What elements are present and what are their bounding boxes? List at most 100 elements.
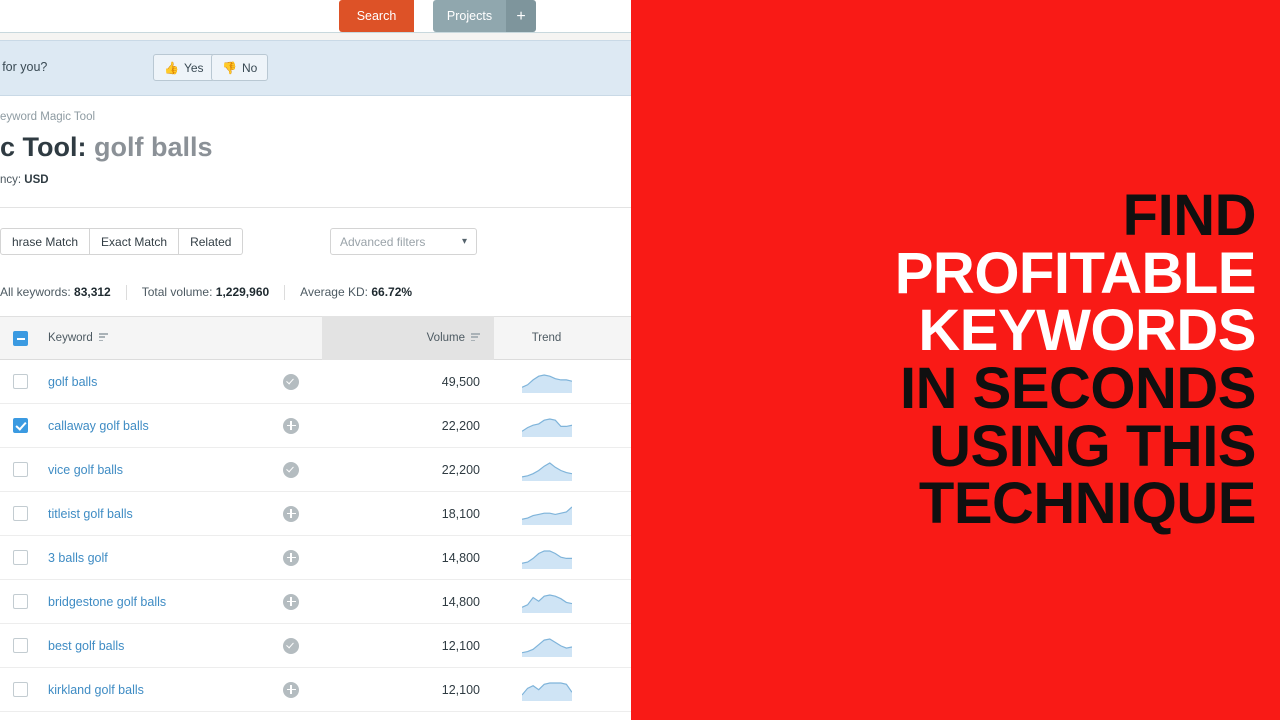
trend-cell <box>494 503 599 525</box>
row-checkbox[interactable] <box>12 374 28 389</box>
search-input[interactable] <box>0 0 338 32</box>
stat-divider <box>284 284 286 300</box>
feedback-no-button[interactable]: 👎 No <box>211 54 269 81</box>
table-row[interactable]: golf balls 49,500 79.39 <box>0 360 631 404</box>
promo-headline-line-3: KEYWORDS <box>918 298 1256 364</box>
table-row[interactable]: best golf balls 12,100 74.14 <box>0 624 631 668</box>
row-checkbox[interactable] <box>12 462 28 477</box>
promo-headline-line-6: TECHNIQUE <box>918 471 1257 537</box>
screenshot-root: Search Projects + l! Is it working well … <box>0 0 1280 720</box>
plus-circle-icon[interactable] <box>283 681 299 698</box>
stat-total-volume: Total volume: 1,229,960 <box>142 285 284 299</box>
keyword-link[interactable]: golf balls <box>48 375 97 389</box>
keyword-cell: vice golf balls <box>40 463 260 477</box>
check-circle-icon[interactable] <box>283 461 299 478</box>
trend-cell <box>494 459 599 481</box>
promo-panel: FIND PROFITABLE KEYWORDS IN SECONDS USING TH… <box>631 0 1280 720</box>
column-header-kd[interactable]: KD % <box>599 317 631 359</box>
search-button[interactable]: Search <box>339 0 414 32</box>
promo-headline-line-1: FIND <box>1122 182 1257 248</box>
keyword-cell: 3 balls golf <box>40 551 260 565</box>
keyword-link[interactable]: callaway golf balls <box>48 419 149 433</box>
table-row[interactable]: callaway golf balls 22,200 78.72 <box>0 404 631 448</box>
table-header-row: Keyword Volume Trend KD % <box>0 316 631 360</box>
table-row[interactable]: bridgestone golf balls 14,800 81.40 <box>0 580 631 624</box>
row-select-cell <box>0 506 40 521</box>
check-circle-icon[interactable] <box>283 373 299 390</box>
chevron-down-icon: ▾ <box>461 236 467 247</box>
row-select-cell <box>0 638 40 653</box>
keyword-link[interactable]: best golf balls <box>48 639 124 653</box>
advanced-filters-dropdown[interactable]: Advanced filters ▾ <box>330 228 477 255</box>
table-row[interactable]: vice golf balls 22,200 73.47 <box>0 448 631 492</box>
promo-headline-line-4: IN SECONDS <box>900 356 1256 421</box>
feedback-yes-label: Yes <box>183 60 204 75</box>
row-checkbox[interactable] <box>12 506 28 521</box>
stat-total-volume-value: 1,229,960 <box>215 285 270 299</box>
kd-cell: 73.47 <box>599 463 631 477</box>
stat-average-kd-label: Average KD: <box>300 285 368 299</box>
page-header: eyword Magic Tool c Tool: golf balls ncy… <box>0 96 631 208</box>
intent-cell <box>260 681 322 698</box>
breadcrumb[interactable]: eyword Magic Tool <box>0 111 95 123</box>
check-circle-icon[interactable] <box>283 637 299 654</box>
volume-cell: 12,100 <box>441 682 480 697</box>
row-select-cell <box>0 550 40 565</box>
match-button-exact[interactable]: Exact Match <box>90 228 180 255</box>
intent-cell <box>260 549 322 566</box>
keyword-link[interactable]: bridgestone golf balls <box>48 595 166 609</box>
table-row[interactable]: 3 balls golf 14,800 84.05 <box>0 536 631 580</box>
row-checkbox[interactable] <box>12 638 28 653</box>
kd-cell: 78.72 <box>599 419 631 433</box>
table-row[interactable]: kirkland golf balls 12,100 68.65 <box>0 668 631 712</box>
kd-cell: 74.14 <box>599 639 631 653</box>
trend-cell <box>494 591 599 613</box>
topbar-spacer <box>0 33 631 40</box>
column-header-keyword[interactable]: Keyword <box>40 317 260 359</box>
add-project-button[interactable]: + <box>506 0 536 32</box>
sort-icon[interactable] <box>98 333 108 342</box>
plus-circle-icon[interactable] <box>283 417 299 434</box>
keyword-cell: best golf balls <box>40 639 260 653</box>
feedback-banner: l! Is it working well for you? 👍 Yes 👎 N… <box>0 40 631 96</box>
stat-all-keywords-label: All keywords: <box>0 285 71 299</box>
projects-button[interactable]: Projects <box>433 0 506 32</box>
page-title-query: golf balls <box>94 132 213 162</box>
kd-cell: 68.65 <box>599 683 631 697</box>
row-checkbox[interactable] <box>12 550 28 565</box>
kd-cell: 80.53 <box>599 507 631 521</box>
intent-cell <box>260 505 322 522</box>
keyword-link[interactable]: kirkland golf balls <box>48 683 144 697</box>
column-header-trend[interactable]: Trend <box>494 317 599 359</box>
select-all-cell <box>0 317 40 359</box>
row-select-cell <box>0 462 40 477</box>
promo-headline-line-5: USING THIS <box>929 413 1256 479</box>
kd-cell: 84.05 <box>599 551 631 565</box>
feedback-yes-button[interactable]: 👍 Yes <box>153 54 215 81</box>
keyword-link[interactable]: 3 balls golf <box>48 551 108 565</box>
keyword-link[interactable]: vice golf balls <box>48 463 123 477</box>
select-all-checkbox[interactable] <box>12 330 28 346</box>
column-header-volume[interactable]: Volume <box>322 316 494 360</box>
row-checkbox[interactable] <box>12 594 28 609</box>
volume-cell: 12,100 <box>441 638 480 653</box>
feedback-message: l! Is it working well for you? <box>0 60 48 74</box>
sort-icon[interactable] <box>471 333 480 342</box>
match-type-group: hrase Match Exact Match Related <box>0 228 244 255</box>
row-checkbox[interactable] <box>12 418 28 433</box>
promo-headline-line-2: PROFITABLE <box>894 240 1257 306</box>
plus-circle-icon[interactable] <box>283 593 299 610</box>
volume-cell: 14,800 <box>441 550 480 565</box>
table-row[interactable]: titleist golf balls 18,100 80.53 <box>0 492 631 536</box>
kd-cell: 81.40 <box>599 595 631 609</box>
plus-circle-icon[interactable] <box>283 549 299 566</box>
match-button-phrase[interactable]: hrase Match <box>0 228 91 255</box>
trend-cell <box>494 635 599 657</box>
plus-circle-icon[interactable] <box>283 505 299 522</box>
kd-cell: 79.39 <box>599 375 631 389</box>
trend-cell <box>494 415 599 437</box>
match-button-related[interactable]: Related <box>179 228 244 255</box>
currency-value[interactable]: USD <box>24 174 48 186</box>
row-checkbox[interactable] <box>12 682 28 697</box>
keyword-link[interactable]: titleist golf balls <box>48 507 133 521</box>
